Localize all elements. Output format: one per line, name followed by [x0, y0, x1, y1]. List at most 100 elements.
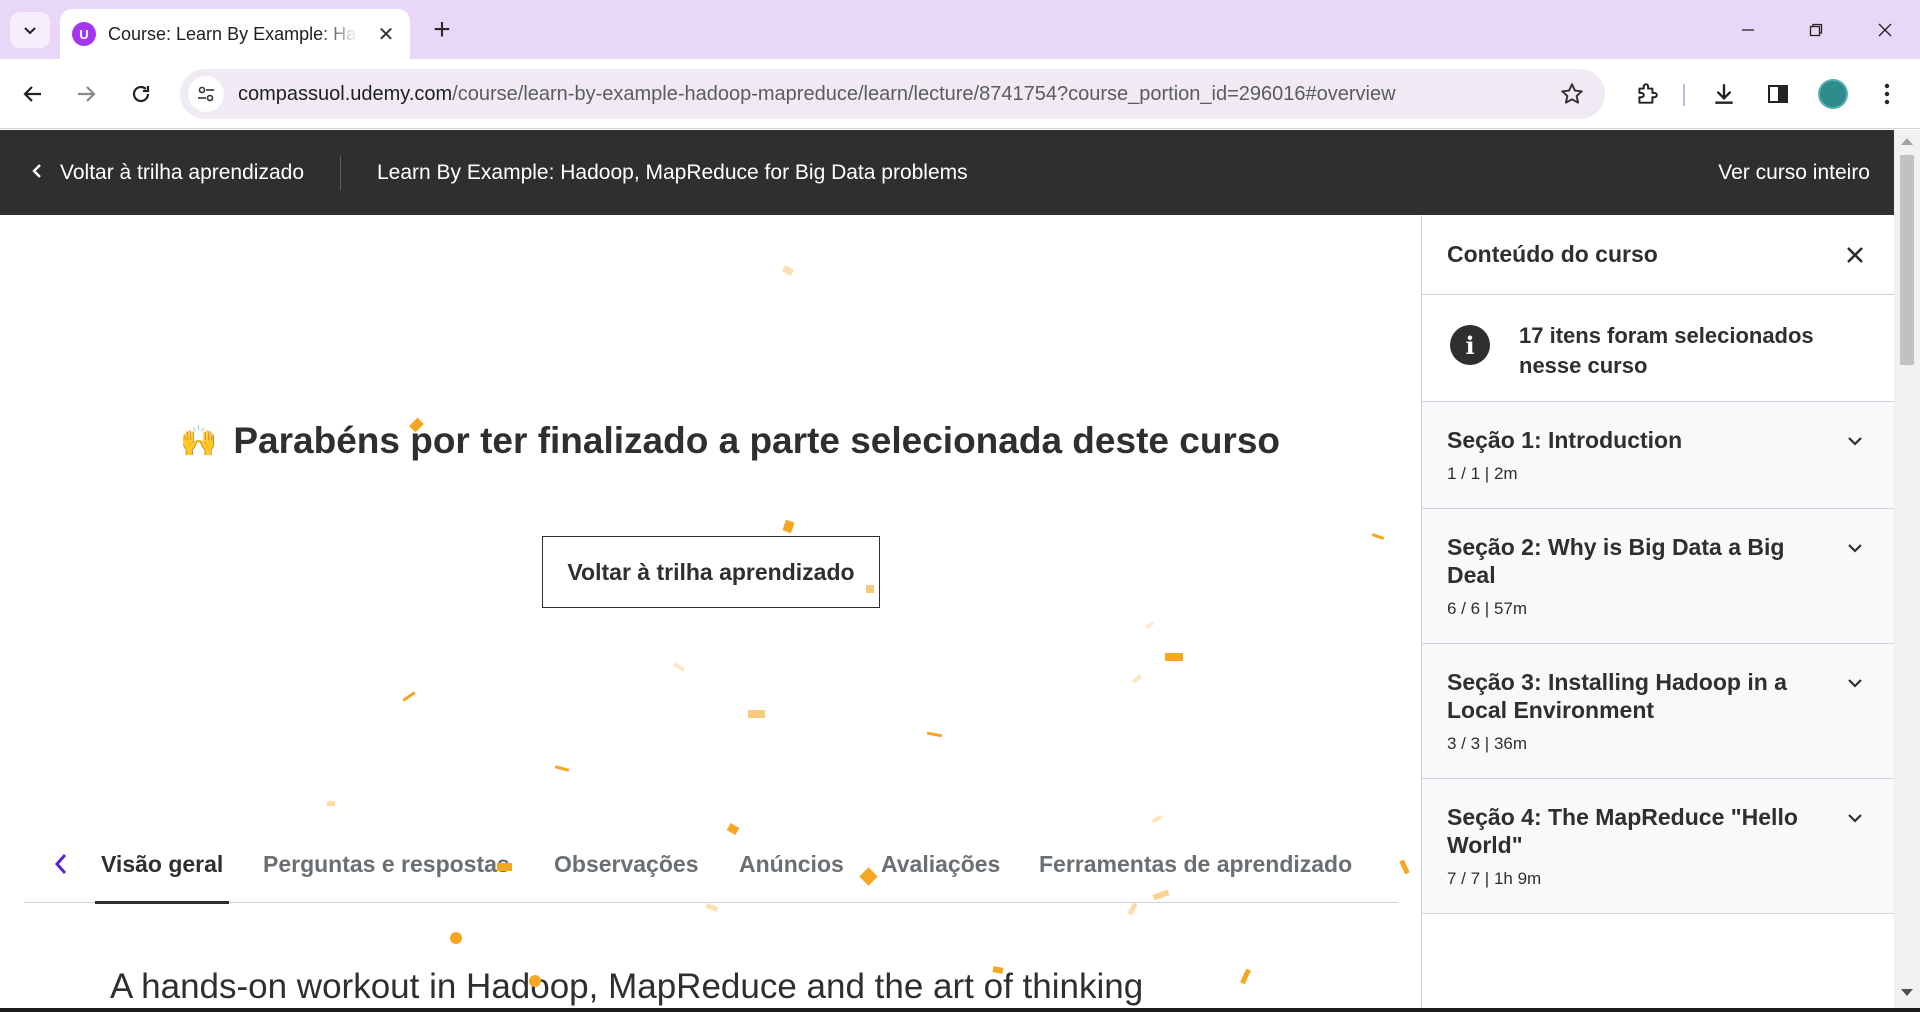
download-icon: [1715, 84, 1733, 104]
section-item[interactable]: Seção 1: Introduction 1 / 1 | 2m: [1422, 402, 1894, 509]
confetti-piece: [554, 765, 570, 772]
course-header: Voltar à trilha aprendizado Learn By Exa…: [0, 130, 1920, 215]
section-item[interactable]: Seção 2: Why is Big Data a Big Deal 6 / …: [1422, 509, 1894, 644]
forward-button[interactable]: [66, 74, 106, 114]
puzzle-icon: [1638, 83, 1658, 104]
confetti-piece: [781, 264, 795, 277]
section-title: Seção 4: The MapReduce "Hello World": [1447, 804, 1798, 858]
confetti-piece: [1371, 533, 1385, 540]
return-to-path-button[interactable]: Voltar à trilha aprendizado: [542, 536, 880, 608]
section-meta: 6 / 6 | 57m: [1447, 599, 1528, 618]
selection-info: i 17 itens foram selecionados nesse curs…: [1422, 295, 1894, 402]
side-panel-button[interactable]: [1758, 74, 1798, 114]
tabs-scroll-left-button[interactable]: [46, 847, 76, 881]
info-icon: i: [1450, 325, 1490, 365]
tab-questions-answers[interactable]: Perguntas e respostas: [263, 825, 510, 903]
course-tabs: Visão geral Perguntas e respostas Observ…: [24, 825, 1398, 904]
confetti-piece: [1127, 902, 1138, 916]
tab-title: Course: Learn By Example: Hadoop, MapRed…: [108, 23, 358, 44]
section-item[interactable]: Seção 4: The MapReduce "Hello World" 7 /…: [1422, 779, 1894, 914]
star-icon: [1561, 83, 1583, 104]
avatar: [1818, 79, 1848, 109]
chevron-down-icon: [1848, 437, 1862, 446]
minimize-button[interactable]: [1720, 8, 1776, 52]
view-full-course-link[interactable]: Ver curso inteiro: [1718, 130, 1870, 215]
section-title: Seção 2: Why is Big Data a Big Deal: [1447, 534, 1785, 588]
confetti-piece: [866, 585, 874, 593]
restore-button[interactable]: [1788, 8, 1844, 52]
extensions-button[interactable]: [1627, 74, 1667, 114]
tune-icon: [198, 86, 214, 102]
url-path: /course/learn-by-example-hadoop-mapreduc…: [452, 82, 1396, 105]
tab-search-button[interactable]: [10, 12, 50, 48]
back-to-path-link[interactable]: Voltar à trilha aprendizado: [30, 130, 304, 215]
tab-close-icon[interactable]: ✕: [374, 22, 398, 47]
sidebar-title: Conteúdo do curso: [1447, 241, 1658, 267]
reload-button[interactable]: [121, 74, 161, 114]
browser-tab-bar: U Course: Learn By Example: Hadoop, MapR…: [0, 0, 1920, 59]
confetti-piece: [1165, 653, 1183, 661]
confetti-piece: [782, 519, 795, 534]
downloads-button[interactable]: [1704, 74, 1744, 114]
confetti-piece: [1144, 620, 1156, 630]
tab-announcements[interactable]: Anúncios: [739, 825, 844, 903]
udemy-favicon-icon: U: [72, 22, 96, 46]
site-info-button[interactable]: [188, 76, 224, 112]
bookmark-star-button[interactable]: [1559, 81, 1585, 112]
chevron-down-icon: [24, 27, 36, 35]
confetti-piece: [1131, 674, 1143, 684]
course-title[interactable]: Learn By Example: Hadoop, MapReduce for …: [377, 130, 968, 215]
bottom-edge: [0, 1008, 1920, 1012]
section-meta: 1 / 1 | 2m: [1447, 464, 1518, 483]
confetti-piece: [1151, 814, 1163, 824]
url-host: compassuol.udemy.com: [238, 82, 453, 105]
section-title: Seção 1: Introduction: [1447, 427, 1683, 453]
main-content: 🙌 Parabéns por ter finalizado a parte se…: [0, 215, 1421, 1012]
header-divider: [340, 156, 341, 190]
url-text: compassuol.udemy.com/course/learn-by-exa…: [238, 83, 1396, 106]
page-scrollbar[interactable]: [1894, 130, 1920, 1012]
section-item[interactable]: Seção 3: Installing Hadoop in a Local En…: [1422, 644, 1894, 779]
chevron-left-icon: [54, 854, 67, 874]
kebab-menu-icon: [1884, 83, 1890, 105]
close-icon: [1847, 247, 1863, 263]
scroll-thumb[interactable]: [1900, 155, 1914, 365]
congrats-text: Parabéns por ter finalizado a parte sele…: [233, 420, 1281, 461]
confetti-piece: [529, 975, 541, 987]
browser-tab[interactable]: U Course: Learn By Example: Hadoop, MapR…: [60, 9, 410, 59]
tab-overview[interactable]: Visão geral: [94, 825, 230, 904]
arrow-left-icon: [23, 86, 41, 102]
new-tab-button[interactable]: +: [424, 12, 460, 48]
confetti-piece: [748, 710, 765, 718]
browser-menu-button[interactable]: [1867, 74, 1907, 114]
address-bar[interactable]: compassuol.udemy.com/course/learn-by-exa…: [180, 69, 1605, 119]
browser-toolbar: compassuol.udemy.com/course/learn-by-exa…: [0, 59, 1920, 129]
scroll-down-arrow-icon[interactable]: [1901, 989, 1913, 996]
confetti-piece: [705, 903, 719, 912]
toolbar-separator: [1683, 84, 1685, 106]
confetti-piece: [926, 731, 943, 738]
tab-notes[interactable]: Observações: [554, 825, 698, 903]
chevron-down-icon: [1848, 814, 1862, 823]
chevron-down-icon: [1848, 679, 1862, 688]
section-meta: 3 / 3 | 36m: [1447, 734, 1528, 753]
tab-learning-tools[interactable]: Ferramentas de aprendizado: [1039, 825, 1352, 903]
scroll-up-arrow-icon[interactable]: [1901, 138, 1913, 145]
confetti-piece: [402, 691, 416, 702]
section-meta: 7 / 7 | 1h 9m: [1447, 869, 1542, 888]
close-window-button[interactable]: [1857, 8, 1913, 52]
confetti-piece: [1399, 859, 1410, 875]
confetti-piece: [327, 801, 335, 806]
profile-button[interactable]: [1813, 74, 1853, 114]
confetti-piece: [1240, 968, 1251, 985]
close-sidebar-button[interactable]: [1841, 241, 1869, 269]
overview-heading: A hands-on workout in Hadoop, MapReduce …: [110, 967, 1144, 1006]
close-icon: [1878, 23, 1892, 37]
selection-info-text: 17 itens foram selecionados nesse curso: [1519, 323, 1814, 378]
sidebar-header: Conteúdo do curso: [1422, 215, 1894, 295]
course-content-sidebar: Conteúdo do curso i 17 itens foram selec…: [1421, 215, 1894, 1012]
tab-reviews[interactable]: Avaliações: [881, 825, 1000, 903]
arrow-right-icon: [78, 86, 96, 102]
raising-hands-icon: 🙌: [180, 424, 218, 458]
back-button[interactable]: [13, 74, 53, 114]
